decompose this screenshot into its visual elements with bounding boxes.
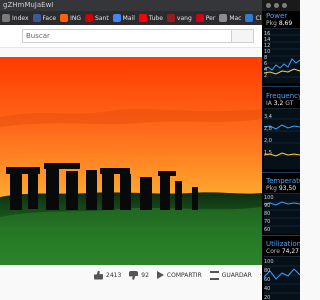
frequency-axis-ticks: 3,4 2,8 2,0 1,5 bbox=[264, 114, 272, 156]
utilization-readout: Core 74,27 bbox=[266, 248, 299, 255]
frequency-tick: 2,0 bbox=[264, 138, 272, 144]
bookmark-item[interactable]: Face bbox=[32, 14, 57, 22]
video-player[interactable] bbox=[0, 57, 262, 265]
thumbs-up-icon bbox=[94, 270, 103, 280]
temperature-title: Temperature bbox=[266, 177, 300, 185]
share-button[interactable]: COMPARTIR bbox=[156, 271, 202, 279]
bookmark-favicon-icon bbox=[60, 14, 69, 22]
bookmark-favicon-icon bbox=[2, 14, 10, 22]
bookmark-label: Index bbox=[12, 14, 29, 22]
power-title: Power bbox=[266, 12, 288, 20]
save-button[interactable]: GUARDAR bbox=[209, 270, 252, 280]
search-button[interactable] bbox=[232, 29, 254, 43]
bookmark-item[interactable]: Mac bbox=[219, 14, 241, 22]
temperature-tick: 60 bbox=[264, 227, 271, 233]
frequency-label: IA bbox=[266, 100, 272, 107]
video-actions: 2413 92 COMPARTIR GUARDAR ··· bbox=[94, 265, 266, 285]
bookmarks-bar: Index Face ING Sant Mail Tube vang Per MacClickl bbox=[0, 11, 262, 25]
search-input[interactable]: Buscar bbox=[22, 29, 232, 43]
bookmark-favicon-icon bbox=[138, 14, 147, 22]
power-readout: Pkg 8,69 bbox=[266, 20, 292, 27]
bookmark-item[interactable]: ING bbox=[60, 14, 81, 22]
frequency-value: 3,2 bbox=[273, 100, 284, 107]
utilization-title: Utilization bbox=[266, 240, 300, 248]
zoom-dot-icon[interactable] bbox=[282, 3, 287, 8]
frequency-title: Frequency bbox=[266, 92, 300, 100]
bookmark-label: Mail bbox=[122, 14, 135, 22]
temperature-readout: Pkg 93,50 bbox=[266, 185, 296, 192]
utilization-tick: 20 bbox=[264, 295, 271, 300]
address-bar[interactable]: gZHmMuJaEwI bbox=[0, 0, 262, 11]
temperature-value: 93,50 bbox=[278, 185, 297, 192]
browser-window: gZHmMuJaEwI Index Face ING Sant Mail Tube vang… bbox=[0, 0, 300, 300]
power-axis-ticks: 16 14 12 10 8 6 4 2 bbox=[264, 31, 270, 79]
power-label: Pkg bbox=[266, 20, 277, 27]
monitor-window-titlebar bbox=[262, 0, 300, 11]
frequency-tick: 3,4 bbox=[264, 114, 272, 120]
system-monitor-panel: Power Pkg 8,69 16 14 12 10 8 6 4 2 Frequ… bbox=[262, 0, 300, 300]
bookmark-item[interactable]: Mail bbox=[112, 14, 135, 22]
bookmark-label: ING bbox=[70, 14, 82, 22]
bookmark-item[interactable]: Tube bbox=[138, 14, 163, 22]
temperature-tick: 100 bbox=[264, 195, 274, 201]
power-tick: 2 bbox=[264, 73, 268, 79]
youtube-header: Buscar bbox=[0, 25, 262, 48]
utilization-value: 74,27 bbox=[281, 248, 299, 255]
bookmark-label: vang bbox=[176, 14, 192, 22]
bookmark-favicon-icon bbox=[32, 14, 41, 22]
bookmark-item[interactable]: Clickl bbox=[245, 14, 262, 22]
bookmark-favicon-icon bbox=[166, 14, 175, 22]
utilization-axis-ticks: 100 80 60 40 20 bbox=[264, 259, 274, 300]
stonehenge-sunset-video-frame bbox=[0, 57, 262, 265]
temperature-tick: 90 bbox=[264, 203, 271, 209]
temperature-tick: 70 bbox=[264, 219, 271, 225]
frequency-label-2: GT bbox=[285, 100, 294, 107]
bookmark-label: Sant bbox=[95, 14, 109, 22]
thumbs-down-icon bbox=[129, 271, 138, 280]
bookmark-favicon-icon bbox=[195, 14, 204, 22]
bookmark-label: Mac bbox=[229, 14, 242, 22]
utilization-tick: 40 bbox=[264, 286, 271, 292]
bookmark-item[interactable]: Index bbox=[2, 14, 29, 22]
bookmark-favicon-icon bbox=[112, 14, 121, 22]
temperature-axis-ticks: 100 90 80 70 60 bbox=[264, 195, 274, 233]
dislike-button[interactable]: 92 bbox=[129, 271, 149, 280]
bookmark-favicon-icon bbox=[219, 14, 228, 22]
share-label: COMPARTIR bbox=[166, 271, 202, 279]
youtube-page: Buscar 2413 92 COMPARTIR GUARDAR bbox=[0, 25, 266, 300]
bookmark-item[interactable]: Sant bbox=[85, 14, 109, 22]
bookmark-favicon-icon bbox=[85, 14, 94, 22]
temperature-tick: 80 bbox=[264, 211, 271, 217]
utilization-label: Core bbox=[266, 248, 280, 255]
share-icon bbox=[156, 271, 164, 279]
close-dot-icon[interactable] bbox=[266, 3, 271, 8]
section-divider bbox=[262, 235, 300, 236]
temperature-label: Pkg bbox=[266, 185, 277, 192]
utilization-tick: 80 bbox=[264, 268, 271, 274]
bookmark-favicon-icon bbox=[245, 14, 254, 22]
power-value: 8,69 bbox=[278, 20, 293, 27]
bookmark-label: Per bbox=[205, 14, 216, 22]
frequency-tick: 2,8 bbox=[264, 126, 272, 132]
frequency-readout: IA 3,2 GT bbox=[266, 100, 293, 107]
section-divider bbox=[262, 172, 300, 173]
playlist-add-icon bbox=[209, 270, 219, 280]
like-count: 2413 bbox=[106, 271, 122, 279]
utilization-tick: 100 bbox=[264, 259, 274, 265]
bookmark-label: Face bbox=[42, 14, 57, 22]
like-button[interactable]: 2413 bbox=[94, 270, 122, 280]
frequency-tick: 1,5 bbox=[264, 150, 272, 156]
dislike-count: 92 bbox=[141, 271, 149, 279]
save-label: GUARDAR bbox=[221, 271, 252, 279]
utilization-tick: 60 bbox=[264, 277, 271, 283]
bookmark-label: Tube bbox=[148, 14, 163, 22]
bookmark-item[interactable]: Per bbox=[195, 14, 216, 22]
bookmark-item[interactable]: vang bbox=[166, 14, 192, 22]
section-divider bbox=[262, 86, 300, 87]
minimize-dot-icon[interactable] bbox=[274, 3, 279, 8]
